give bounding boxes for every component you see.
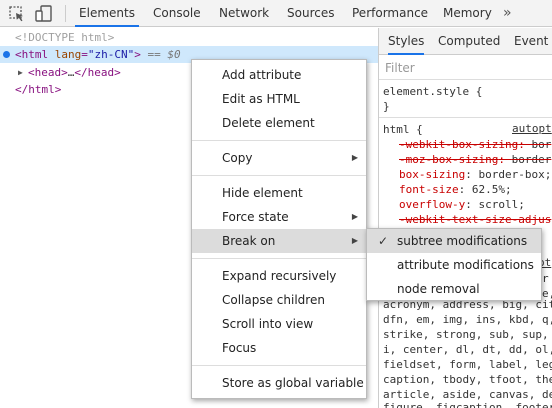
tab-performance[interactable]: Performance: [352, 0, 428, 27]
selector-line: caption, tbody, tfoot, the: [383, 373, 552, 386]
pane-divider[interactable]: [378, 28, 379, 408]
tab-styles[interactable]: Styles: [388, 28, 425, 55]
menu-item-label: Force state: [222, 210, 289, 224]
menu-item-hide-element[interactable]: Hide element: [192, 181, 366, 205]
menu-item-edit-as-html[interactable]: Edit as HTML: [192, 87, 366, 111]
submenu-arrow-icon: ▶: [351, 153, 358, 162]
submenu-item-label: subtree modifications: [397, 234, 528, 248]
tab-elements[interactable]: Elements: [75, 0, 139, 27]
selection-dot-icon: [3, 51, 10, 58]
attr-name: lang: [54, 48, 82, 61]
menu-separator: [192, 365, 366, 366]
tab-network[interactable]: Network: [219, 0, 269, 27]
html-open-tag: <html: [15, 48, 49, 61]
selector-line: dfn, em, img, ins, kbd, q,: [383, 313, 552, 326]
element-style-selector: element.style {: [383, 85, 483, 98]
element-style-close: }: [383, 100, 390, 113]
rule-divider: [379, 117, 552, 118]
console-ref-label: == $0: [147, 48, 181, 61]
menu-item-add-attribute[interactable]: Add attribute: [192, 63, 366, 87]
styles-filter: [379, 56, 552, 80]
menu-item-label: Break on: [222, 234, 276, 248]
selector-line: strike, strong, sub, sup,: [383, 328, 549, 341]
css-prop-line[interactable]: overflow-y: scroll;: [399, 197, 525, 212]
head-close-tag: </head>: [74, 66, 121, 79]
tab-computed[interactable]: Computed: [438, 28, 500, 55]
menu-item-force-state[interactable]: Force state ▶: [192, 205, 366, 229]
expand-triangle-icon[interactable]: ▶: [18, 64, 23, 81]
menu-separator: [192, 140, 366, 141]
devtools-tab-bar: Elements Console Network Sources Perform…: [0, 0, 552, 27]
submenu-item-attribute-modifications[interactable]: attribute modifications: [367, 253, 541, 277]
submenu-arrow-icon: ▶: [351, 236, 358, 245]
menu-item-expand-recursively[interactable]: Expand recursively: [192, 264, 366, 288]
break-on-submenu: ✓ subtree modifications attribute modifi…: [366, 228, 542, 301]
head-open-tag: <head>: [28, 66, 68, 79]
inspect-element-icon[interactable]: [7, 4, 27, 24]
toolbar-divider: [65, 5, 66, 22]
tab-sources[interactable]: Sources: [287, 0, 334, 27]
menu-item-break-on[interactable]: Break on ▶: [192, 229, 366, 253]
menu-item-delete-element[interactable]: Delete element: [192, 111, 366, 135]
attr-equals: =: [81, 48, 88, 61]
tab-memory[interactable]: Memory: [443, 0, 492, 27]
menu-item-copy[interactable]: Copy ▶: [192, 146, 366, 170]
menu-separator: [192, 258, 366, 259]
css-prop-line[interactable]: -moz-box-sizing: border: [399, 152, 551, 167]
css-prop-line[interactable]: box-sizing: border-box;: [399, 167, 551, 182]
menu-item-scroll-into-view[interactable]: Scroll into view: [192, 312, 366, 336]
selector-line: i, center, dl, dt, dd, ol,: [383, 343, 552, 356]
device-toolbar-icon[interactable]: [34, 4, 54, 24]
head-node[interactable]: ▶ <head>…</head>: [0, 64, 121, 81]
menu-item-store-as-global-variable[interactable]: Store as global variable: [192, 371, 366, 395]
tab-event-listeners[interactable]: Event L: [514, 28, 552, 55]
selector-line: r: [542, 272, 549, 285]
menu-item-focus[interactable]: Focus: [192, 336, 366, 360]
styles-tab-bar: Styles Computed Event L: [379, 28, 552, 55]
styles-filter-input[interactable]: [379, 56, 549, 80]
submenu-arrow-icon: ▶: [351, 212, 358, 221]
css-prop-line[interactable]: font-size: 62.5%;: [399, 182, 512, 197]
selector-line: figure, figcaption, footer: [383, 401, 552, 408]
css-prop-line[interactable]: -webkit-box-sizing: bor: [399, 137, 551, 152]
selector-line: fieldset, form, label, leg: [383, 358, 552, 371]
menu-item-collapse-children[interactable]: Collapse children: [192, 288, 366, 312]
source-link[interactable]: autopt: [512, 122, 552, 135]
checkmark-icon: ✓: [378, 234, 389, 248]
attr-value: "zh-CN": [87, 48, 135, 61]
more-tabs-icon[interactable]: »: [503, 0, 512, 27]
doctype-text: <!DOCTYPE html>: [15, 31, 115, 44]
menu-item-label: Copy: [222, 151, 253, 165]
html-open-tag-end: >: [134, 48, 141, 61]
html-close-tag: </html>: [15, 83, 62, 96]
html-rule-selector: html {: [383, 123, 423, 136]
menu-separator: [192, 175, 366, 176]
css-prop-line[interactable]: -webkit-text-size-adjus: [399, 212, 551, 227]
html-close-node[interactable]: </html>: [0, 81, 61, 98]
context-menu: Add attribute Edit as HTML Delete elemen…: [191, 59, 367, 399]
tab-console[interactable]: Console: [153, 0, 201, 27]
submenu-item-node-removal[interactable]: node removal: [367, 277, 541, 301]
doctype-node[interactable]: <!DOCTYPE html>: [0, 29, 114, 46]
submenu-item-subtree-modifications[interactable]: ✓ subtree modifications: [367, 229, 541, 253]
